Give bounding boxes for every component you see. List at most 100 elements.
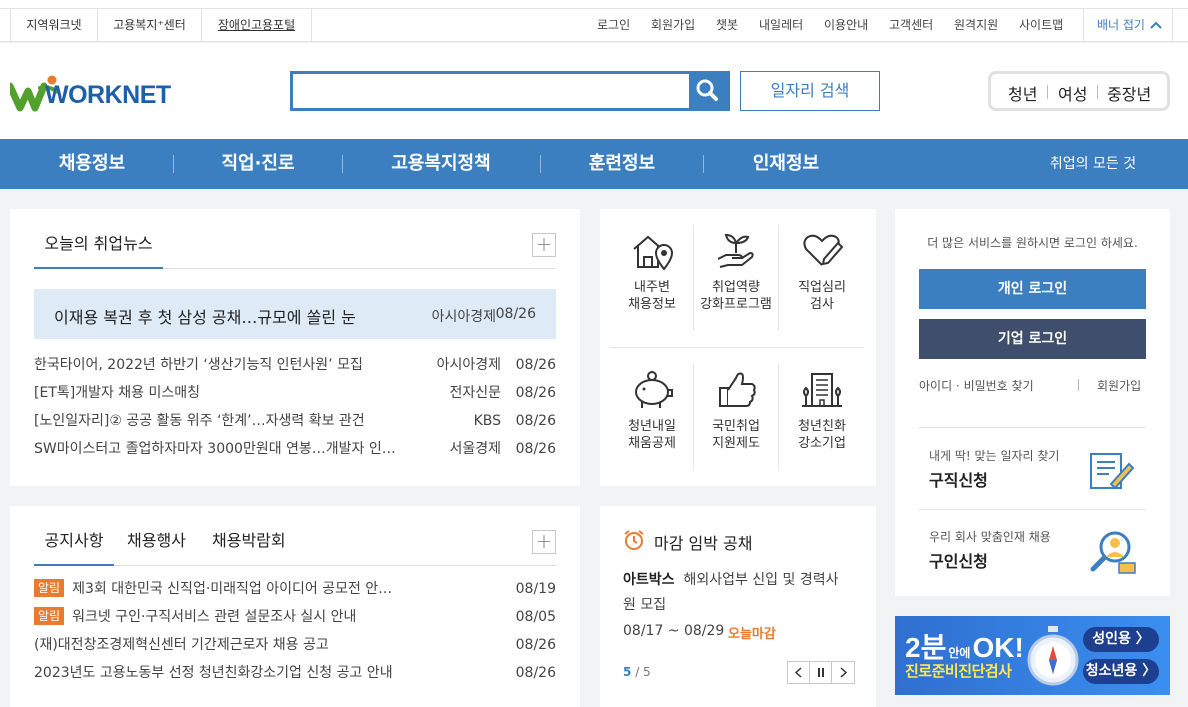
deadline-desc-1: 해외사업부 신입 및 경력사 bbox=[683, 572, 839, 588]
notice-more-button[interactable]: + bbox=[532, 530, 556, 554]
link-regional-worknet[interactable]: 지역워크넷 bbox=[10, 9, 98, 42]
news-more-button[interactable]: + bbox=[532, 233, 556, 257]
news-item[interactable]: 한국타이어, 2022년 하반기 ‘생산기능직 인턴사원’ 모집 아시아경제 08/… bbox=[34, 353, 556, 377]
prev-button[interactable] bbox=[788, 662, 810, 683]
link-naeil-letter[interactable]: 내일레터 bbox=[759, 9, 803, 42]
worknet-logo[interactable]: WORKNET bbox=[6, 74, 171, 114]
login-prompt: 더 많은 서비스를 원하시면 로그인 하세요. bbox=[927, 236, 1138, 250]
recruit-title: 구인신청 bbox=[929, 552, 988, 571]
news-highlight-title: 이재용 복권 후 첫 삼성 공채…규모에 쏠린 눈 bbox=[54, 308, 356, 327]
news-title: 한국타이어, 2022년 하반기 ‘생산기능직 인턴사원’ 모집 bbox=[34, 357, 363, 373]
audience-youth[interactable]: 청년 bbox=[1008, 81, 1037, 105]
link-welfare-center[interactable]: 고용복지⁺센터 bbox=[98, 9, 202, 42]
notice-item[interactable]: 알림 워크넷 구인·구직서비스 관련 설문조사 실시 안내 08/05 bbox=[34, 605, 556, 629]
news-item[interactable]: SW마이스터고 졸업하자마자 3000만원대 연봉…개발자 인… 서울경제 08/2… bbox=[34, 437, 556, 461]
link-disabled-portal[interactable]: 장애인고용포털 bbox=[202, 9, 312, 42]
link-remote-support[interactable]: 원격지원 bbox=[954, 9, 998, 42]
link-guide[interactable]: 이용안내 bbox=[824, 9, 868, 42]
notice-date: 08/19 bbox=[515, 581, 556, 597]
job-seek-apply[interactable]: 내게 딱! 맞는 일자리 찾기 구직신청 bbox=[919, 440, 1146, 500]
link-customer-center[interactable]: 고객센터 bbox=[889, 9, 933, 42]
house-location-icon bbox=[633, 235, 674, 271]
service-youth-savings[interactable]: 청년내일 채움공제 bbox=[610, 368, 694, 452]
audience-divider bbox=[1097, 85, 1098, 99]
nav-all-jobs[interactable]: 취업의 모든 것 bbox=[1040, 139, 1146, 189]
service-youth-friendly-sme[interactable]: 청년친화강소기업 bbox=[780, 368, 864, 452]
login-link-divider bbox=[1078, 379, 1079, 391]
tab-job-fair[interactable]: 채용박람회 bbox=[212, 528, 286, 554]
news-title: [ET톡]개발자 채용 미스매칭 bbox=[34, 385, 201, 401]
service-label-1: 국민취업 bbox=[712, 419, 760, 434]
news-title: SW마이스터고 졸업하자마자 3000만원대 연봉…개발자 인… bbox=[34, 441, 396, 457]
find-id-password-link[interactable]: 아이디 · 비밀번호 찾기 bbox=[919, 377, 1034, 394]
news-highlight[interactable]: 이재용 복권 후 첫 삼성 공채…규모에 쏠린 눈 아시아경제 08/26 bbox=[34, 289, 556, 339]
nav-employment-welfare[interactable]: 고용복지정책 bbox=[371, 139, 511, 189]
chevron-up-icon bbox=[1150, 21, 1162, 29]
sprout-hand-icon bbox=[717, 233, 754, 268]
notice-title: (재)대전창조경제혁신센터 기간제근로자 채용 공고 bbox=[34, 637, 329, 653]
pause-icon bbox=[818, 668, 824, 677]
tab-notice[interactable]: 공지사항 bbox=[34, 528, 114, 566]
deadline-period: 08/17 ~ 08/29 bbox=[623, 623, 725, 639]
banner-adult-button[interactable]: 성인용 〉 bbox=[1083, 627, 1159, 652]
page-total: / 5 bbox=[635, 665, 651, 679]
news-source: 아시아경제 bbox=[436, 357, 501, 373]
search-input[interactable] bbox=[293, 74, 689, 108]
search-box bbox=[290, 71, 730, 111]
notice-item[interactable]: 알림 제3회 대한민국 신직업·미래직업 아이디어 공모전 안… 08/19 bbox=[34, 577, 556, 601]
news-highlight-source: 아시아경제 bbox=[431, 309, 496, 325]
tab-today-news[interactable]: 오늘의 취업뉴스 bbox=[34, 231, 163, 269]
banner-sub: 진로준비진단검사 bbox=[905, 662, 1012, 680]
link-sitemap[interactable]: 사이트맵 bbox=[1019, 9, 1063, 42]
service-nearby-jobs[interactable]: 내주변 채용정보 bbox=[610, 229, 694, 313]
recruit-apply[interactable]: 우리 회사 맞춤인재 채용 구인신청 bbox=[919, 521, 1146, 581]
logo-text: WORKNET bbox=[45, 81, 171, 109]
signup-link[interactable]: 회원가입 bbox=[1097, 377, 1141, 394]
search-button[interactable] bbox=[689, 74, 727, 108]
services-divider bbox=[778, 364, 779, 470]
nav-job-info[interactable]: 채용정보 bbox=[42, 139, 142, 189]
news-title: [노인일자리]② 공공 활동 위주 ‘한계’…자생력 확보 관건 bbox=[34, 413, 365, 429]
deadline-job[interactable]: 아트박스 해외사업부 신입 및 경력사 원 모집 bbox=[623, 568, 853, 618]
audience-middle-aged[interactable]: 중장년 bbox=[1107, 81, 1151, 105]
login-divider bbox=[919, 509, 1146, 510]
chevron-left-icon bbox=[794, 667, 802, 678]
next-button[interactable] bbox=[832, 662, 854, 683]
personal-login-button[interactable]: 개인 로그인 bbox=[919, 269, 1146, 309]
banner-youth-button[interactable]: 청소년용 〉 bbox=[1083, 659, 1159, 684]
news-item[interactable]: [ET톡]개발자 채용 미스매칭 전자신문 08/26 bbox=[34, 381, 556, 405]
news-item[interactable]: [노인일자리]② 공공 활동 위주 ‘한계’…자생력 확보 관건 KBS 08/26 bbox=[34, 409, 556, 433]
service-national-employment[interactable]: 국민취업 지원제도 bbox=[694, 368, 778, 452]
news-date: 08/26 bbox=[515, 385, 556, 401]
piggy-bank-icon bbox=[635, 371, 673, 408]
alarm-clock-icon bbox=[624, 530, 644, 550]
job-seek-title: 구직신청 bbox=[929, 471, 988, 490]
notice-item[interactable]: 2023년도 고용노동부 선정 청년친화강소기업 신청 공고 안내 08/26 bbox=[34, 661, 556, 685]
link-signup[interactable]: 회원가입 bbox=[651, 9, 695, 42]
audience-women[interactable]: 여성 bbox=[1058, 81, 1087, 105]
career-test-banner[interactable]: 2분 안에OK! 진로준비진단검사 성인용 〉 청소년용 〉 bbox=[895, 616, 1170, 695]
notice-item[interactable]: (재)대전창조경제혁신센터 기간제근로자 채용 공고 08/26 bbox=[34, 633, 556, 657]
job-search-button[interactable]: 일자리 검색 bbox=[740, 71, 880, 111]
link-chatbot[interactable]: 챗봇 bbox=[716, 9, 738, 42]
pause-button[interactable] bbox=[810, 662, 832, 683]
service-label-1: 청년친화 bbox=[798, 419, 846, 434]
nav-talent[interactable]: 인재정보 bbox=[736, 139, 836, 189]
tab-recruit-events[interactable]: 채용행사 bbox=[127, 528, 186, 554]
service-competency-program[interactable]: 취업역량 강화프로그램 bbox=[694, 229, 778, 313]
nav-divider bbox=[540, 155, 541, 173]
search-icon bbox=[696, 79, 718, 101]
notice-tag: 알림 bbox=[34, 579, 65, 597]
banner-fold-button[interactable]: 배너 접기 bbox=[1083, 9, 1173, 42]
page-current: 5 bbox=[623, 665, 632, 679]
link-login[interactable]: 로그인 bbox=[597, 9, 630, 42]
service-label-2: 강소기업 bbox=[798, 436, 846, 451]
nav-career[interactable]: 직업·진로 bbox=[203, 139, 313, 189]
company-login-button[interactable]: 기업 로그인 bbox=[919, 319, 1146, 359]
news-date: 08/26 bbox=[515, 413, 556, 429]
service-psych-test[interactable]: 직업심리 검사 bbox=[780, 229, 864, 313]
stopwatch-compass-icon bbox=[1027, 626, 1079, 686]
nav-divider bbox=[703, 155, 704, 173]
nav-training[interactable]: 훈련정보 bbox=[572, 139, 672, 189]
service-label-1: 취업역량 bbox=[712, 280, 760, 295]
